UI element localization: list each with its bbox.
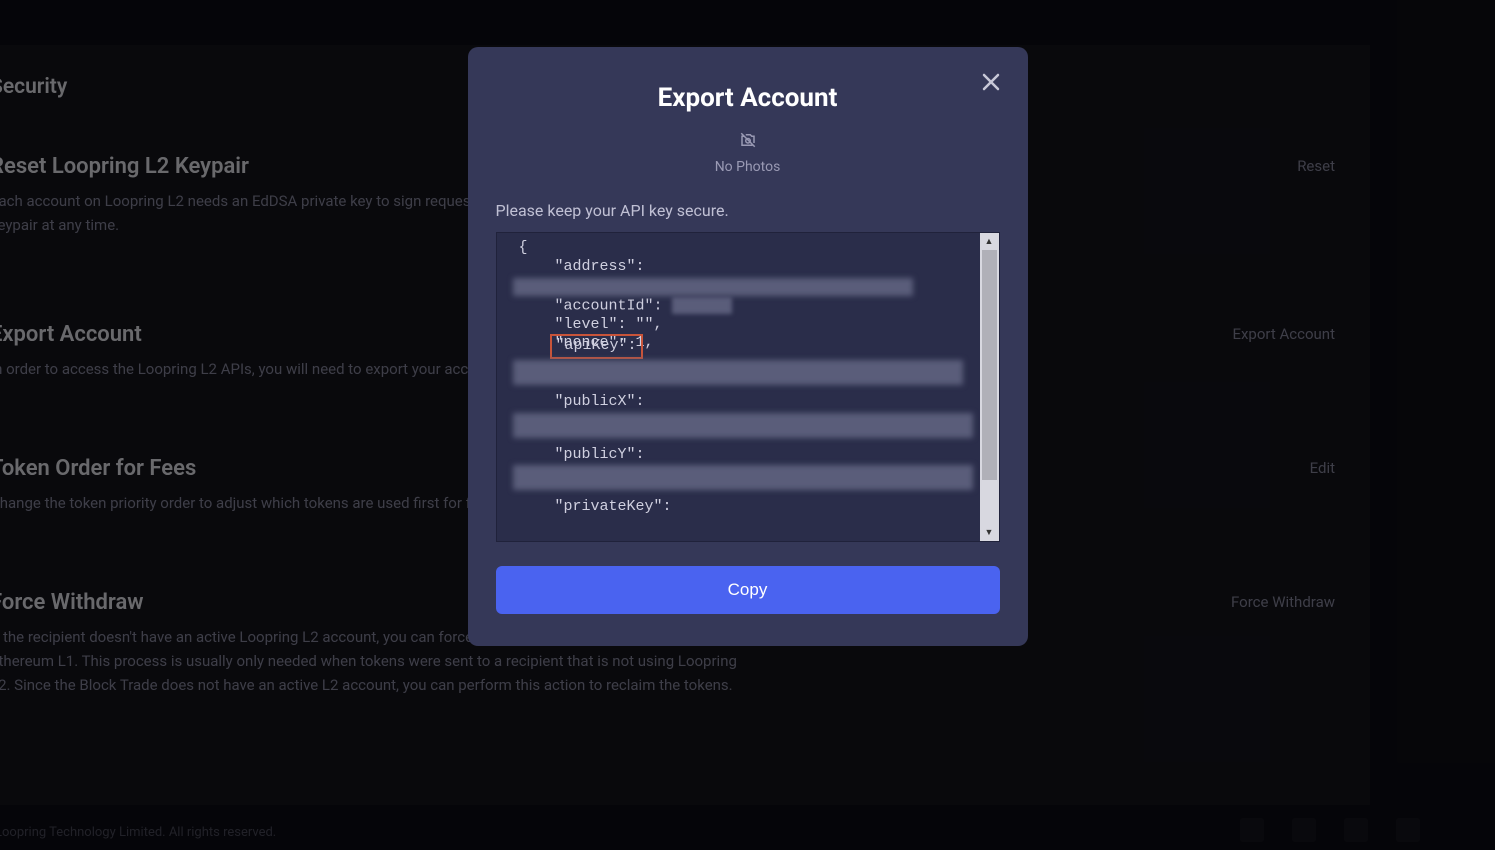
redacted-address xyxy=(513,278,913,296)
scroll-down-arrow[interactable]: ▼ xyxy=(980,524,999,541)
code-line-apikey: "apiKey": xyxy=(519,334,970,359)
account-json-box: { "address": "accountId": "level": "", "… xyxy=(496,232,1000,542)
redacted-apikey xyxy=(513,360,963,385)
redacted-publicy xyxy=(513,465,973,490)
account-json-content: { "address": "accountId": "level": "", "… xyxy=(497,233,980,541)
redacted-publicx xyxy=(513,413,973,438)
scroll-track[interactable] xyxy=(980,480,999,524)
no-photos-icon xyxy=(739,131,757,153)
copy-button[interactable]: Copy xyxy=(496,566,1000,614)
code-line-publicy: "publicY": xyxy=(519,446,970,465)
scrollbar[interactable]: ▲ ▼ xyxy=(980,233,999,541)
close-icon[interactable] xyxy=(978,69,1004,95)
code-line-accountid: "accountId": xyxy=(519,297,970,316)
code-line-privatekey: "privateKey": xyxy=(519,498,970,517)
code-line-address: "address": xyxy=(519,258,970,277)
redacted-accountid xyxy=(672,297,732,314)
modal-title: Export Account xyxy=(496,83,1000,113)
modal-note: Please keep your API key secure. xyxy=(496,201,1000,220)
code-line: { xyxy=(519,239,970,258)
no-photos-label: No Photos xyxy=(715,159,781,175)
code-line-level: "level": "", xyxy=(519,316,970,335)
scroll-up-arrow[interactable]: ▲ xyxy=(980,233,999,250)
scroll-thumb[interactable] xyxy=(982,250,997,480)
code-line-publicx: "publicX": xyxy=(519,393,970,412)
modal-overlay: Export Account No Photos Please keep you… xyxy=(0,0,1495,850)
export-account-modal: Export Account No Photos Please keep you… xyxy=(468,47,1028,646)
